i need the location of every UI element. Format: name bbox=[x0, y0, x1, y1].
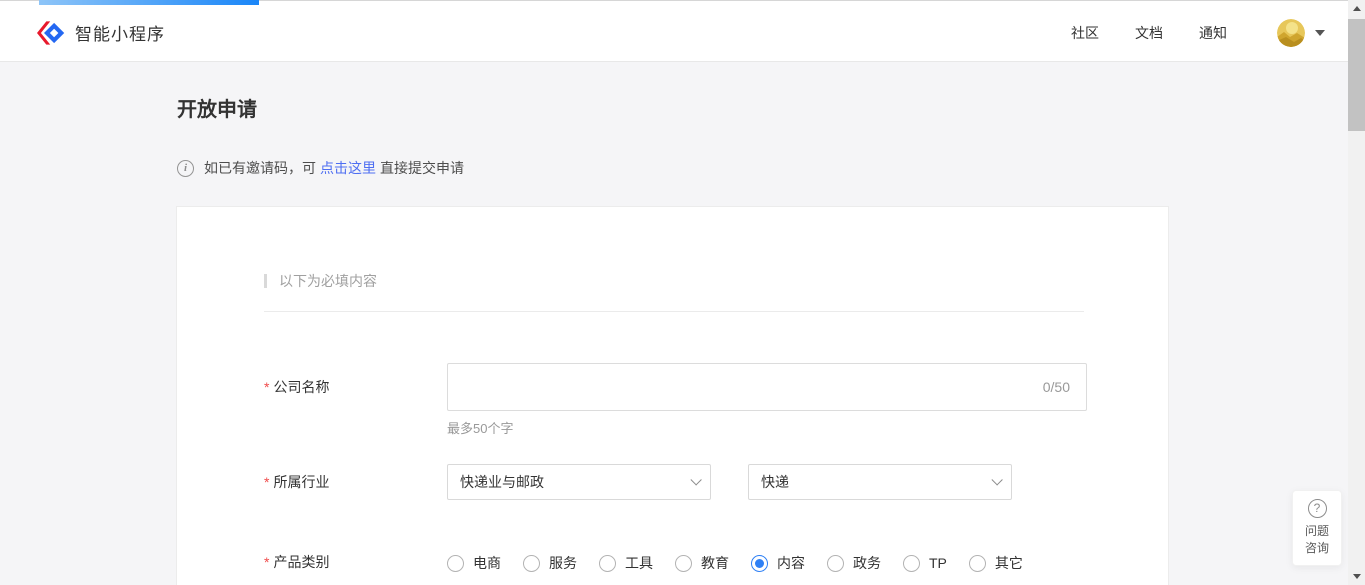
radio-option-government[interactable]: 政务 bbox=[827, 553, 881, 573]
scroll-up-button[interactable] bbox=[1348, 0, 1365, 17]
industry-secondary-select[interactable]: 快递 bbox=[748, 464, 1012, 500]
industry-label: * 所属行业 bbox=[264, 464, 447, 500]
company-name-input[interactable] bbox=[448, 364, 1043, 410]
required-marker: * bbox=[264, 474, 269, 490]
chevron-down-icon bbox=[690, 474, 701, 485]
app-window: 智能小程序 社区 文档 通知 开放申请 i 如已有邀请码，可 bbox=[0, 0, 1365, 585]
nav-item-docs[interactable]: 文档 bbox=[1135, 23, 1163, 43]
chevron-down-icon bbox=[1315, 30, 1325, 36]
page-title: 开放申请 bbox=[177, 98, 1365, 122]
radio-circle bbox=[827, 555, 844, 572]
notice-suffix: 直接提交申请 bbox=[380, 158, 464, 178]
help-consult-button[interactable]: ? 问题 咨询 bbox=[1292, 490, 1342, 566]
company-name-input-wrap: 0/50 bbox=[447, 363, 1087, 411]
radio-circle bbox=[447, 555, 464, 572]
help-label-line1: 问题 bbox=[1305, 524, 1329, 538]
industry-primary-select[interactable]: 快递业与邮政 bbox=[447, 464, 711, 500]
industry-label-text: 所属行业 bbox=[273, 472, 329, 492]
nav-item-notifications[interactable]: 通知 bbox=[1199, 23, 1227, 43]
radio-circle-checked bbox=[751, 555, 768, 572]
nav-item-community[interactable]: 社区 bbox=[1071, 23, 1099, 43]
top-strip bbox=[0, 0, 1365, 4]
required-marker: * bbox=[264, 379, 269, 395]
company-name-label-text: 公司名称 bbox=[273, 377, 329, 397]
char-counter: 0/50 bbox=[1043, 379, 1070, 395]
industry-secondary-value: 快递 bbox=[761, 472, 991, 492]
invite-code-notice: i 如已有邀请码，可 点击这里 直接提交申请 bbox=[177, 158, 1365, 178]
scrollbar-thumb[interactable] bbox=[1348, 19, 1365, 131]
product-category-options: 电商 服务 工具 教育 bbox=[447, 553, 1045, 573]
notice-link[interactable]: 点击这里 bbox=[320, 158, 376, 178]
company-name-label: * 公司名称 bbox=[264, 363, 447, 411]
arrow-down-icon bbox=[1353, 574, 1361, 579]
question-icon: ? bbox=[1308, 499, 1327, 518]
industry-row: * 所属行业 快递业与邮政 快递 bbox=[264, 464, 1168, 500]
user-avatar bbox=[1277, 19, 1305, 47]
user-menu[interactable] bbox=[1277, 19, 1325, 47]
industry-primary-value: 快递业与邮政 bbox=[460, 472, 690, 492]
section-marker-bar bbox=[264, 274, 267, 288]
product-category-label: * 产品类别 bbox=[264, 553, 447, 571]
company-name-control: 0/50 最多50个字 bbox=[447, 363, 1087, 438]
product-category-row: * 产品类别 电商 服务 工具 bbox=[264, 553, 1168, 573]
notice-prefix: 如已有邀请码，可 bbox=[204, 158, 316, 178]
radio-option-tp[interactable]: TP bbox=[903, 555, 947, 572]
required-section-header: 以下为必填内容 bbox=[264, 271, 1168, 291]
radio-option-service[interactable]: 服务 bbox=[523, 553, 577, 573]
main-content: 开放申请 i 如已有邀请码，可 点击这里 直接提交申请 以下为必填内容 * 公司… bbox=[0, 62, 1365, 585]
header-nav: 社区 文档 通知 bbox=[1071, 23, 1227, 43]
smart-mini-program-icon bbox=[37, 20, 65, 46]
header: 智能小程序 社区 文档 通知 bbox=[0, 4, 1365, 62]
radio-option-ecommerce[interactable]: 电商 bbox=[447, 553, 501, 573]
radio-option-tools[interactable]: 工具 bbox=[599, 553, 653, 573]
radio-option-other[interactable]: 其它 bbox=[969, 553, 1023, 573]
radio-circle bbox=[969, 555, 986, 572]
help-consult-label: 问题 咨询 bbox=[1305, 523, 1329, 557]
vertical-scrollbar[interactable] bbox=[1348, 0, 1365, 585]
scroll-down-button[interactable] bbox=[1348, 568, 1365, 585]
product-category-label-text: 产品类别 bbox=[273, 552, 329, 572]
radio-circle bbox=[675, 555, 692, 572]
radio-circle bbox=[599, 555, 616, 572]
application-form-card: 以下为必填内容 * 公司名称 0/50 最多50个字 * bbox=[176, 206, 1169, 585]
chevron-down-icon bbox=[991, 474, 1002, 485]
logo[interactable]: 智能小程序 bbox=[37, 20, 165, 46]
radio-option-content[interactable]: 内容 bbox=[751, 553, 805, 573]
radio-circle bbox=[903, 555, 920, 572]
radio-option-education[interactable]: 教育 bbox=[675, 553, 729, 573]
page-load-progress-bar bbox=[39, 0, 259, 5]
arrow-up-icon bbox=[1353, 6, 1361, 11]
radio-circle bbox=[523, 555, 540, 572]
logo-text: 智能小程序 bbox=[75, 20, 165, 45]
help-label-line2: 咨询 bbox=[1305, 541, 1329, 555]
company-name-helper: 最多50个字 bbox=[447, 420, 1087, 438]
section-divider bbox=[264, 311, 1084, 312]
required-marker: * bbox=[264, 554, 269, 570]
section-title: 以下为必填内容 bbox=[279, 271, 377, 291]
info-icon: i bbox=[177, 160, 194, 177]
company-name-row: * 公司名称 0/50 最多50个字 bbox=[264, 363, 1168, 438]
